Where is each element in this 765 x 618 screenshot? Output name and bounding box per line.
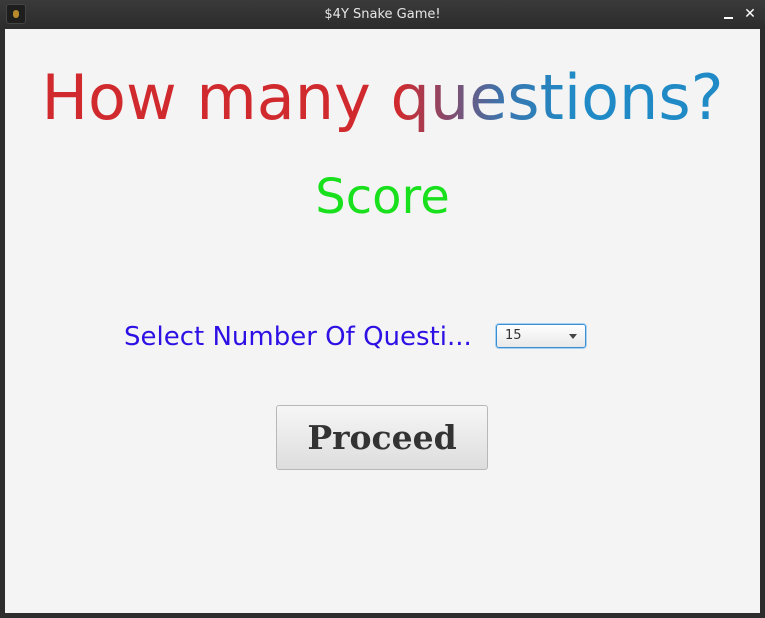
proceed-button[interactable]: Proceed	[276, 405, 488, 470]
app-window: $4Y Snake Game! ✕ How many questions? Sc…	[0, 0, 765, 618]
page-heading: How many questions?	[5, 63, 760, 133]
window-title: $4Y Snake Game!	[324, 7, 441, 22]
title-bar[interactable]: $4Y Snake Game! ✕	[0, 0, 765, 29]
main-panel: How many questions? Score Select Number …	[5, 29, 760, 613]
close-icon[interactable]: ✕	[741, 5, 759, 23]
question-count-label: Select Number Of Questi...	[124, 322, 472, 352]
minimize-icon[interactable]	[720, 5, 738, 23]
dropdown-arrow-icon	[569, 334, 577, 339]
dropdown-selected-value: 15	[505, 328, 522, 343]
score-label: Score	[315, 169, 450, 225]
question-count-dropdown[interactable]: 15	[496, 324, 586, 348]
